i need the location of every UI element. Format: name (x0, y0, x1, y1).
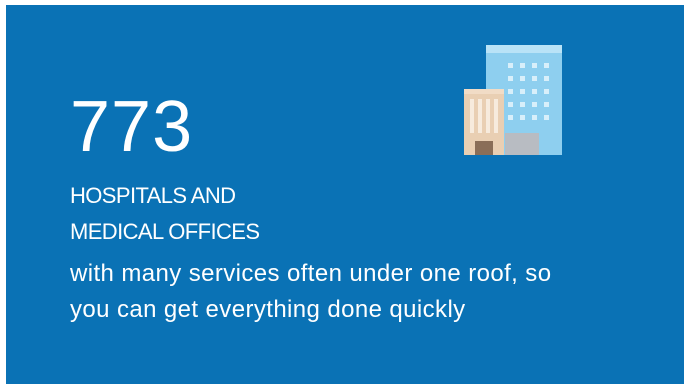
stat-number: 773 (70, 87, 194, 167)
stat-description-line: with many services often under one roof,… (70, 260, 552, 287)
hospital-building-icon (464, 45, 562, 155)
stat-title: HOSPITALS AND MEDICAL OFFICES (70, 178, 260, 250)
stat-description-line: you can get everything done quickly (70, 296, 466, 323)
stat-card: 773 HOSPITALS AND MEDICAL OFFICES with m… (6, 5, 684, 384)
stat-title-line: MEDICAL OFFICES (70, 219, 260, 244)
stat-title-line: HOSPITALS AND (70, 183, 236, 208)
stat-description: with many services often under one roof,… (70, 256, 670, 328)
